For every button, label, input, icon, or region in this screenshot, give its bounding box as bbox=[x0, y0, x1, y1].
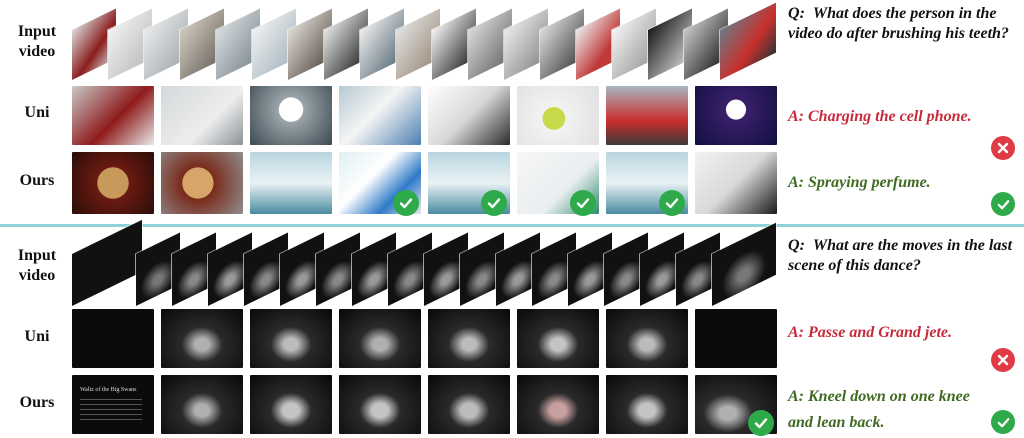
cross-icon bbox=[991, 348, 1015, 372]
ours-frame bbox=[695, 152, 777, 214]
title-card-text: Waltz of the Big Swans bbox=[80, 387, 137, 393]
title-card-lines bbox=[80, 399, 142, 421]
uni-answer-1: A: Charging the cell phone. bbox=[788, 108, 972, 125]
uni-frame bbox=[695, 309, 777, 368]
input-frame bbox=[712, 222, 776, 306]
ours-frame bbox=[250, 375, 332, 434]
check-icon bbox=[991, 192, 1015, 216]
input-frame bbox=[720, 2, 776, 81]
ours-frame bbox=[339, 375, 421, 434]
section-divider bbox=[0, 224, 1024, 227]
uni-frame bbox=[517, 86, 599, 145]
ours-frame: Waltz of the Big Swans bbox=[72, 375, 154, 434]
label-ours-1: Ours bbox=[19, 172, 55, 189]
uni-frame bbox=[339, 309, 421, 368]
uni-frame bbox=[606, 309, 688, 368]
ours-answer-1: A: Spraying perfume. bbox=[788, 174, 931, 191]
label-uni-2: Uni bbox=[24, 328, 50, 345]
ours-frame bbox=[517, 375, 599, 434]
input-video-strip-1 bbox=[72, 2, 782, 81]
uni-frame bbox=[161, 86, 243, 145]
ours-frame bbox=[250, 152, 332, 214]
uni-frame bbox=[695, 86, 777, 145]
check-icon bbox=[991, 410, 1015, 434]
check-icon bbox=[570, 190, 596, 216]
ours-frame bbox=[72, 152, 154, 214]
uni-frame bbox=[72, 86, 154, 145]
ours-frame bbox=[161, 152, 243, 214]
ours-frame bbox=[606, 375, 688, 434]
check-icon bbox=[481, 190, 507, 216]
label-input-video-2: Input video bbox=[17, 247, 57, 284]
uni-frame bbox=[517, 309, 599, 368]
ours-answer-2: A: Kneel down on one knee and lean back. bbox=[788, 388, 970, 431]
uni-frame bbox=[428, 86, 510, 145]
check-icon bbox=[659, 190, 685, 216]
label-ours-2: Ours bbox=[19, 394, 55, 411]
question-2: Q: What are the moves in the last scene … bbox=[788, 237, 1013, 274]
ours-frame bbox=[161, 375, 243, 434]
uni-answer-2: A: Passe and Grand jete. bbox=[788, 324, 952, 341]
label-input-video-1: Input video bbox=[17, 23, 57, 60]
check-icon bbox=[748, 410, 774, 436]
uni-frame bbox=[339, 86, 421, 145]
question-1: Q: What does the person in the video do … bbox=[788, 5, 1009, 42]
uni-frame bbox=[250, 86, 332, 145]
input-frame bbox=[72, 219, 142, 306]
uni-frame bbox=[428, 309, 510, 368]
input-video-strip-2 bbox=[72, 219, 782, 306]
uni-frame bbox=[250, 309, 332, 368]
cross-icon bbox=[991, 136, 1015, 160]
uni-frame bbox=[161, 309, 243, 368]
uni-frame bbox=[72, 309, 154, 368]
uni-frame bbox=[606, 86, 688, 145]
ours-frame bbox=[428, 375, 510, 434]
check-icon bbox=[393, 190, 419, 216]
label-uni-1: Uni bbox=[24, 104, 50, 121]
